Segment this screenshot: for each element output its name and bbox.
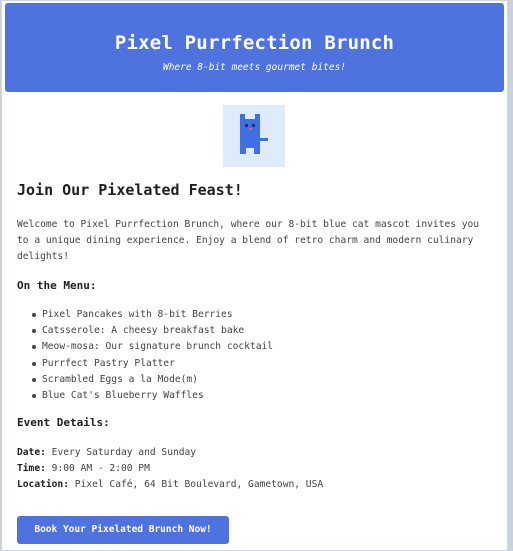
intro-paragraph: Welcome to Pixel Purrfection Brunch, whe… (17, 219, 480, 262)
list-item: Scrambled Eggs a la Mode(m) (30, 372, 273, 388)
pixel-blue-cat-icon (223, 105, 285, 167)
section-heading: Join Our Pixelated Feast! (17, 181, 243, 199)
menu-item-label: Catsserole: A cheesy breakfast bake (42, 325, 245, 337)
menu-item-label: Blue Cat's Blueberry Waffles (42, 390, 204, 402)
location-value: Pixel Café, 64 Bit Boulevard, Gametown, … (74, 479, 324, 491)
list-item: Pixel Pancakes with 8-bit Berries (30, 307, 273, 323)
menu-item-label: Pixel Pancakes with 8-bit Berries (42, 309, 233, 320)
bullet-icon (32, 377, 36, 382)
date-value: Every Saturday and Sunday (51, 447, 197, 458)
bullet-icon (32, 345, 36, 350)
menu-list: Pixel Pancakes with 8-bit Berries Catsse… (30, 307, 273, 404)
list-item: Blue Cat's Blueberry Waffles (30, 388, 273, 404)
date-label: Date: (17, 447, 46, 458)
location-label: Location: (17, 479, 69, 491)
menu-item-label: Meow-mosa: Our signature brunch cocktail (42, 341, 274, 353)
menu-item-label: Scrambled Eggs a la Mode(m) (42, 373, 198, 385)
page-title: Pixel Purrfection Brunch (114, 32, 395, 54)
bullet-icon (32, 361, 36, 366)
list-item: Catsserole: A cheesy breakfast bake (30, 323, 273, 339)
bullet-icon (32, 329, 36, 334)
bullet-icon (32, 313, 36, 317)
event-date-row: Date: Every Saturday and Sunday (17, 445, 323, 461)
event-heading: Event Details: (17, 416, 110, 429)
menu-item-label: Purrfect Pastry Platter (42, 357, 175, 369)
header-banner: Pixel Purrfection Brunch Where 8-bit mee… (5, 3, 504, 92)
time-label: Time: (17, 463, 46, 475)
tagline: Where 8-bit meets gourmet bites! (162, 62, 347, 73)
event-location-row: Location: Pixel Café, 64 Bit Boulevard, … (17, 477, 323, 493)
bullet-icon (32, 394, 36, 399)
email-card: Pixel Purrfection Brunch Where 8-bit mee… (1, 0, 508, 551)
time-value: 9:00 AM - 2:00 PM (51, 463, 150, 475)
event-time-row: Time: 9:00 AM - 2:00 PM (17, 461, 323, 477)
pixel-cat-svg (240, 114, 268, 154)
event-details: Date: Every Saturday and Sunday Time: 9:… (17, 445, 323, 494)
menu-heading: On the Menu: (17, 279, 97, 292)
list-item: Purrfect Pastry Platter (30, 356, 273, 372)
book-brunch-button[interactable]: Book Your Pixelated Brunch Now! (17, 516, 229, 544)
list-item: Meow-mosa: Our signature brunch cocktail (30, 339, 273, 355)
